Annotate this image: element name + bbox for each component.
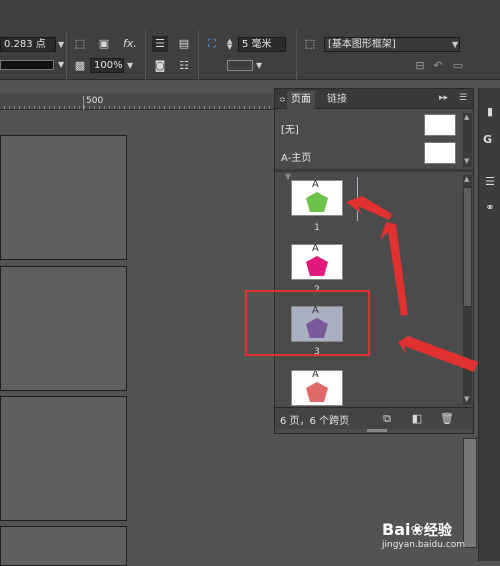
annotation-overlay — [245, 196, 478, 372]
watermark-url: jingyan.baidu.com — [382, 540, 466, 550]
red-arrows — [346, 196, 478, 372]
arrow-to-page3 — [398, 336, 478, 372]
watermark: Bai❀经验 jingyan.baidu.com — [382, 520, 465, 550]
paw-icon: ❀ — [410, 520, 424, 539]
arrow-right-to-page1 — [346, 196, 392, 220]
highlight-box — [245, 290, 370, 356]
watermark-brand: Bai — [382, 520, 411, 539]
arrow-up — [380, 222, 408, 316]
watermark-brand-cn: 经验 — [423, 523, 452, 539]
